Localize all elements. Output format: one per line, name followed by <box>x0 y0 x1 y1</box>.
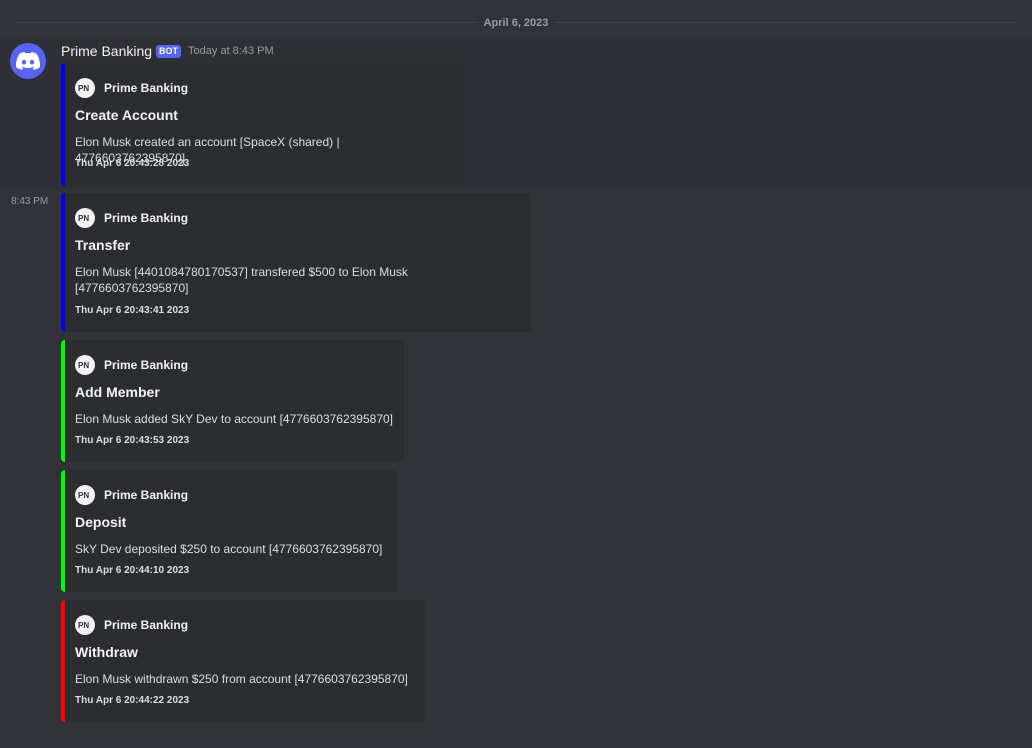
embed-title: Add Member <box>75 384 160 400</box>
embed-author: PN Prime Banking <box>75 485 188 505</box>
embed-author-name: Prime Banking <box>104 618 189 632</box>
prime-banking-logo-icon: PN <box>75 208 95 228</box>
svg-text:PN: PN <box>78 361 89 370</box>
embed-author: PN Prime Banking <box>75 78 188 98</box>
username[interactable]: Prime Banking <box>61 43 152 59</box>
embed-create-account: PN Prime Banking Create Account Elon Mus… <box>61 63 463 186</box>
embed-title: Withdraw <box>75 644 138 660</box>
svg-text:PN: PN <box>78 214 89 223</box>
date-divider-label: April 6, 2023 <box>477 16 555 30</box>
embed-author-name: Prime Banking <box>104 81 189 95</box>
embed-author: PN Prime Banking <box>75 208 188 228</box>
embed-transfer: PN Prime Banking Transfer Elon Musk [440… <box>61 193 531 332</box>
embed-description: Elon Musk withdrawn $250 from account [4… <box>75 672 408 686</box>
embed-footer: Thu Apr 6 20:43:41 2023 <box>75 305 190 316</box>
svg-text:PN: PN <box>78 621 89 630</box>
chat-area: April 6, 2023 Prime Banking BOT Today at… <box>0 0 1032 748</box>
embed-author: PN Prime Banking <box>75 355 188 375</box>
prime-banking-logo-icon: PN <box>75 78 95 98</box>
embed-footer: Thu Apr 6 20:43:53 2023 <box>75 435 190 446</box>
svg-text:PN: PN <box>78 491 89 500</box>
embed-author-name: Prime Banking <box>104 211 189 225</box>
embed-author: PN Prime Banking <box>75 615 188 635</box>
bot-tag: BOT <box>156 44 182 58</box>
embed-footer: Thu Apr 6 20:43:28 2023 <box>75 158 190 169</box>
prime-banking-logo-icon: PN <box>75 615 95 635</box>
embed-title: Create Account <box>75 107 178 123</box>
prime-banking-logo-icon: PN <box>75 485 95 505</box>
embed-deposit: PN Prime Banking Deposit SkY Dev deposit… <box>61 470 397 592</box>
svg-text:PN: PN <box>78 84 89 93</box>
embed-author-name: Prime Banking <box>104 488 189 502</box>
embed-description: Elon Musk added SkY Dev to account [4776… <box>75 412 394 426</box>
embed-author-name: Prime Banking <box>104 358 189 372</box>
embed-title: Transfer <box>75 237 131 253</box>
embed-description: Elon Musk [4401084780170537] transfered … <box>75 265 408 295</box>
embed-title: Deposit <box>75 514 127 530</box>
side-timestamp[interactable]: 8:43 PM <box>11 196 48 207</box>
avatar[interactable] <box>10 43 46 79</box>
prime-banking-logo-icon: PN <box>75 355 95 375</box>
embed-footer: Thu Apr 6 20:44:22 2023 <box>75 695 190 706</box>
message-header: Prime Banking BOT Today at 8:43 PM <box>61 42 274 60</box>
embed-footer: Thu Apr 6 20:44:10 2023 <box>75 565 190 576</box>
message-timestamp[interactable]: Today at 8:43 PM <box>188 45 274 57</box>
embed-withdraw: PN Prime Banking Withdraw Elon Musk with… <box>61 600 425 722</box>
embed-add-member: PN Prime Banking Add Member Elon Musk ad… <box>61 340 404 462</box>
embed-description: SkY Dev deposited $250 to account [47766… <box>75 542 383 556</box>
discord-logo-icon <box>16 52 40 70</box>
